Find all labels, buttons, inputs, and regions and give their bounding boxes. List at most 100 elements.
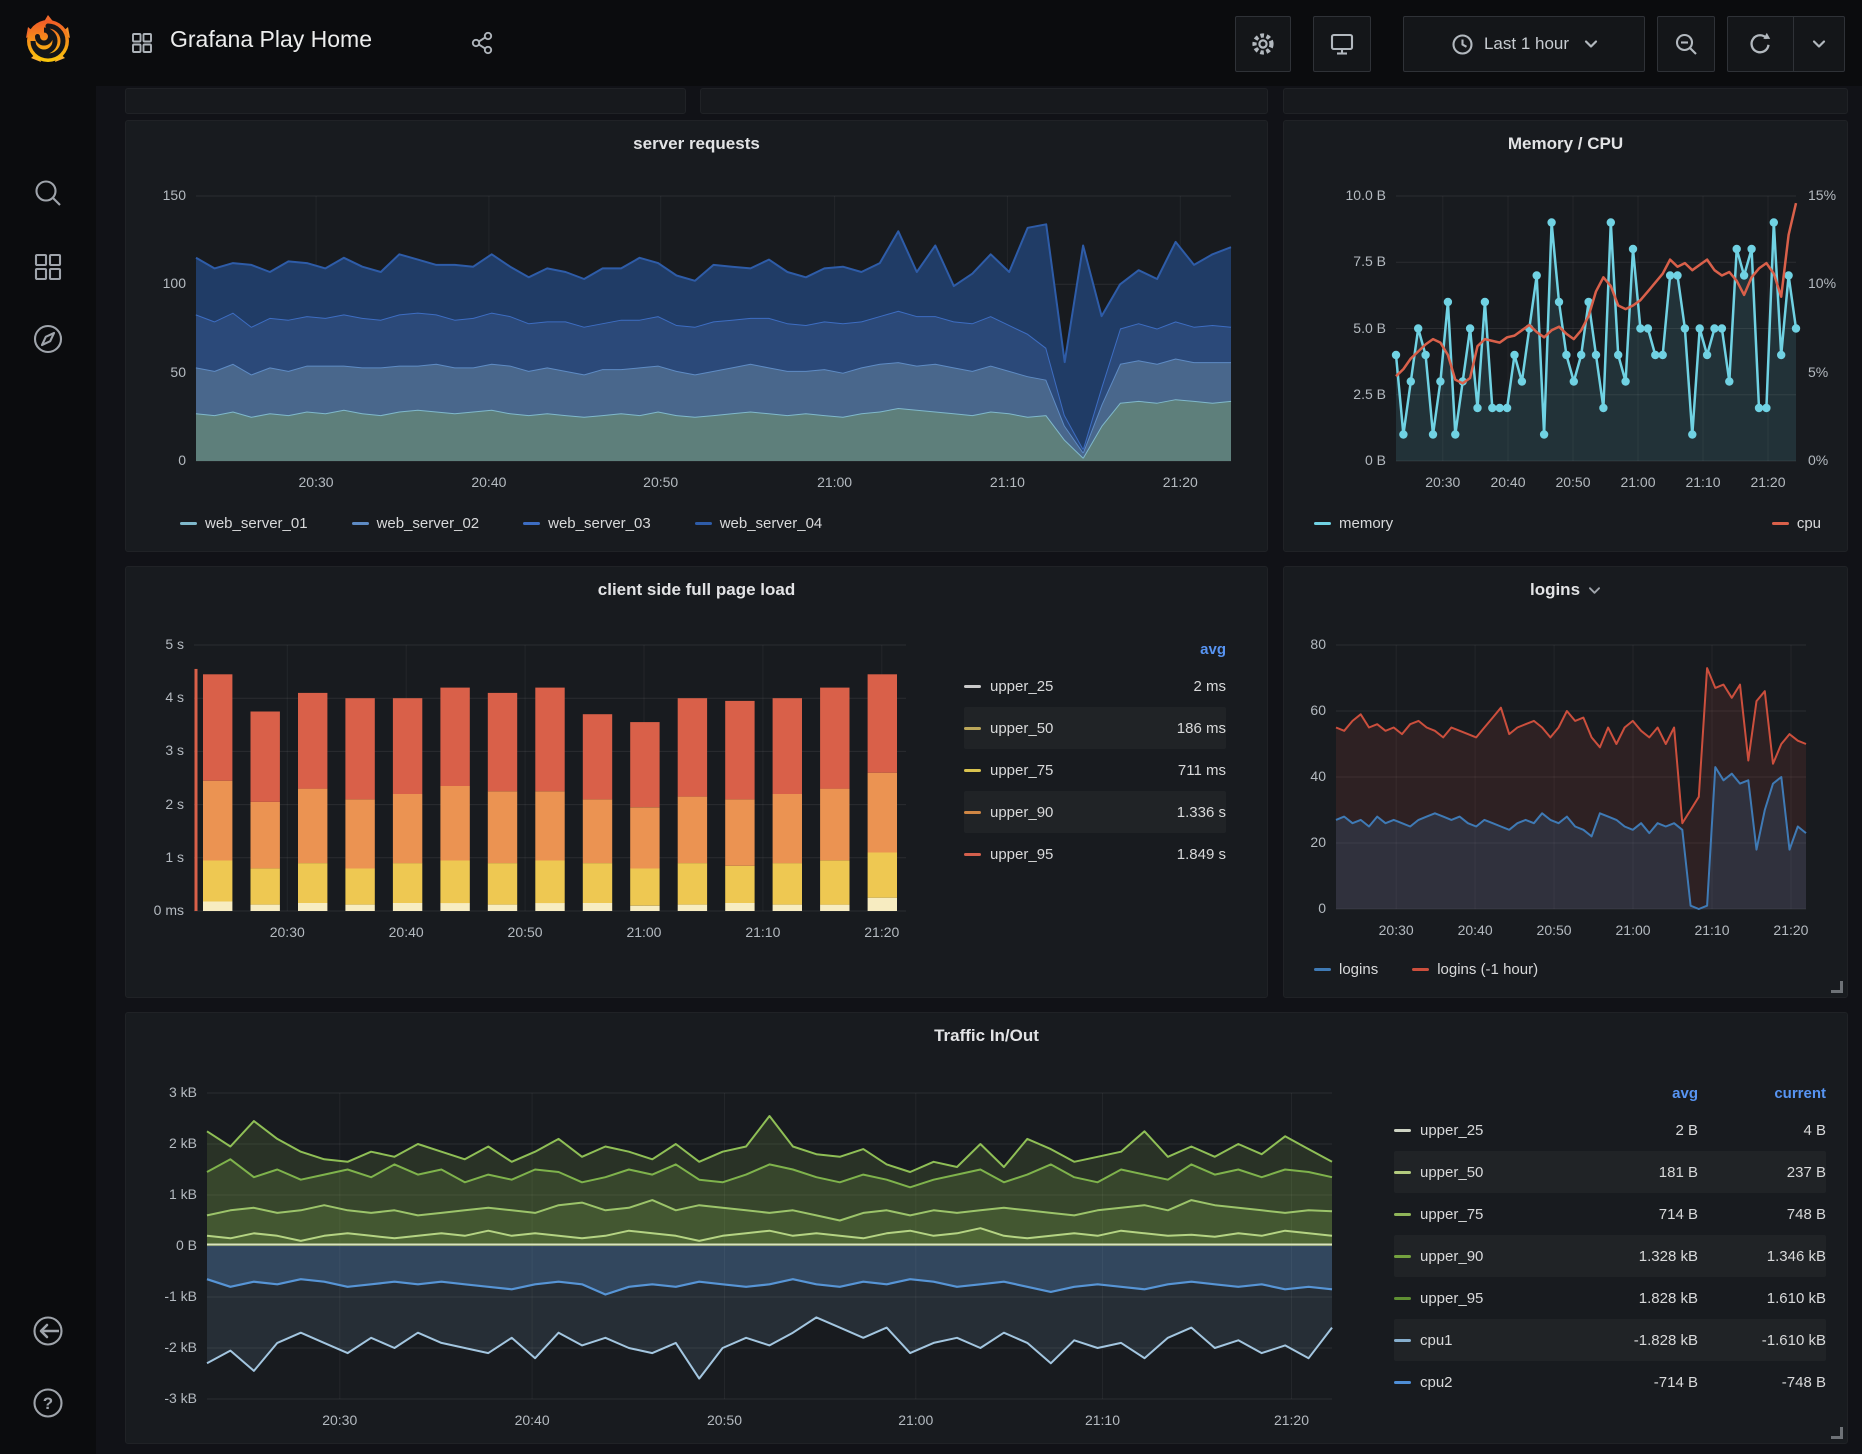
x-axis-tick: 20:50 bbox=[485, 924, 565, 940]
x-axis-tick: 20:50 bbox=[685, 1412, 765, 1428]
x-axis-tick: 21:20 bbox=[1751, 922, 1831, 938]
legend-table-header: avg bbox=[964, 633, 1226, 665]
series-name: upper_75 bbox=[1420, 1206, 1580, 1223]
legend-color-dash bbox=[964, 727, 981, 730]
y-axis-tick: 2.5 B bbox=[1284, 386, 1386, 402]
avg-value: -1.828 kB bbox=[1580, 1332, 1698, 1349]
y-axis-tick: -1 kB bbox=[126, 1288, 197, 1304]
y-axis-tick: 1 kB bbox=[126, 1186, 197, 1202]
sign-out-icon[interactable] bbox=[27, 1310, 69, 1352]
legend-item[interactable]: logins bbox=[1314, 961, 1378, 978]
svg-text:?: ? bbox=[43, 1394, 53, 1413]
legend-color-dash bbox=[964, 769, 981, 772]
panel-title[interactable]: server requests bbox=[126, 134, 1267, 154]
y-axis-tick: 80 bbox=[1284, 636, 1326, 652]
legend-table-row[interactable]: upper_252 B4 B bbox=[1394, 1109, 1826, 1151]
zoom-out-button[interactable] bbox=[1657, 16, 1715, 72]
dashboard-title[interactable]: Grafana Play Home bbox=[170, 26, 372, 53]
series-name: upper_95 bbox=[990, 846, 1126, 863]
legend-item[interactable]: web_server_04 bbox=[695, 515, 823, 532]
legend-color-dash bbox=[964, 811, 981, 814]
series-name: upper_95 bbox=[1420, 1290, 1580, 1307]
legend-table-row[interactable]: upper_75711 ms bbox=[964, 749, 1226, 791]
legend-item[interactable]: logins (-1 hour) bbox=[1412, 961, 1538, 978]
legend-table-row[interactable]: cpu1-1.828 kB-1.610 kB bbox=[1394, 1319, 1826, 1361]
series-name: cpu1 bbox=[1420, 1332, 1580, 1349]
legend-table-row[interactable]: upper_901.336 s bbox=[964, 791, 1226, 833]
legend-table-row[interactable]: cpu2-714 B-748 B bbox=[1394, 1361, 1826, 1403]
series-name: upper_90 bbox=[1420, 1248, 1580, 1265]
legend-color-dash bbox=[1412, 968, 1429, 971]
legend-item[interactable]: web_server_02 bbox=[352, 515, 480, 532]
legend-item[interactable]: cpu bbox=[1772, 515, 1821, 532]
legend-color-dash bbox=[1314, 968, 1331, 971]
y-axis-tick: 60 bbox=[1284, 702, 1326, 718]
refresh-button-group bbox=[1727, 16, 1845, 72]
panel-title[interactable]: Traffic In/Out bbox=[126, 1026, 1847, 1046]
y-axis-tick: 3 kB bbox=[126, 1084, 197, 1100]
chevron-down-icon bbox=[1584, 38, 1598, 50]
x-axis-tick: 20:50 bbox=[621, 474, 701, 490]
x-axis-tick: 20:30 bbox=[300, 1412, 380, 1428]
grafana-logo[interactable] bbox=[21, 14, 75, 68]
x-axis-tick: 21:10 bbox=[967, 474, 1047, 490]
explore-compass-icon[interactable] bbox=[27, 318, 69, 360]
sidebar: ? bbox=[0, 0, 96, 1454]
settings-button[interactable] bbox=[1235, 16, 1291, 72]
x-axis-tick: 21:00 bbox=[795, 474, 875, 490]
legend-table: avg upper_252 msupper_50186 msupper_75711… bbox=[964, 633, 1226, 875]
share-icon[interactable] bbox=[470, 31, 494, 55]
legend-color-dash bbox=[1394, 1213, 1411, 1216]
y2-axis-tick: 5% bbox=[1808, 364, 1828, 380]
time-range-label: Last 1 hour bbox=[1484, 34, 1569, 54]
legend-table-row[interactable]: upper_252 ms bbox=[964, 665, 1226, 707]
y-axis-tick: 0 bbox=[126, 452, 186, 468]
x-axis-tick: 20:40 bbox=[449, 474, 529, 490]
panel-client-load: client side full page load avg upper_252 … bbox=[125, 566, 1268, 998]
panel-resize-handle[interactable] bbox=[1831, 981, 1843, 993]
legend-table-row[interactable]: upper_951.828 kB1.610 kB bbox=[1394, 1277, 1826, 1319]
legend-table-row[interactable]: upper_75714 B748 B bbox=[1394, 1193, 1826, 1235]
series-name: upper_50 bbox=[1420, 1164, 1580, 1181]
legend-table-header: avgcurrent bbox=[1394, 1077, 1826, 1109]
legend-table-row[interactable]: upper_951.849 s bbox=[964, 833, 1226, 875]
panel-title[interactable]: Memory / CPU bbox=[1284, 134, 1847, 154]
legend-column-header[interactable]: avg bbox=[1126, 641, 1226, 658]
panel-title[interactable]: client side full page load bbox=[126, 580, 1267, 600]
time-range-picker[interactable]: Last 1 hour bbox=[1403, 16, 1645, 72]
panel-resize-handle[interactable] bbox=[1831, 1427, 1843, 1439]
legend-color-dash bbox=[1772, 522, 1789, 525]
apps-icon[interactable] bbox=[27, 246, 69, 288]
legend-column-header[interactable]: avg bbox=[1580, 1085, 1698, 1102]
current-value: 1.610 kB bbox=[1698, 1290, 1826, 1307]
search-icon[interactable] bbox=[27, 172, 69, 214]
legend-column-header[interactable]: current bbox=[1698, 1085, 1826, 1102]
legend-color-dash bbox=[695, 522, 712, 525]
legend-item[interactable]: web_server_03 bbox=[523, 515, 651, 532]
legend-item[interactable]: web_server_01 bbox=[180, 515, 308, 532]
legend-table-row[interactable]: upper_50181 B237 B bbox=[1394, 1151, 1826, 1193]
x-axis-tick: 21:20 bbox=[1252, 1412, 1332, 1428]
legend-color-dash bbox=[1394, 1297, 1411, 1300]
tv-mode-button[interactable] bbox=[1313, 16, 1371, 72]
legend-label: memory bbox=[1339, 515, 1393, 532]
apps-grid-icon[interactable] bbox=[130, 31, 154, 55]
legend-item[interactable]: memory bbox=[1314, 515, 1393, 532]
y2-axis-tick: 0% bbox=[1808, 452, 1828, 468]
legend-color-dash bbox=[964, 685, 981, 688]
refresh-interval-dropdown[interactable] bbox=[1793, 17, 1844, 71]
x-axis-tick: 20:40 bbox=[1435, 922, 1515, 938]
refresh-icon[interactable] bbox=[1728, 17, 1793, 71]
panel-title[interactable]: logins bbox=[1284, 580, 1847, 600]
y-axis-tick: -2 kB bbox=[126, 1339, 197, 1355]
legend-table-row[interactable]: upper_901.328 kB1.346 kB bbox=[1394, 1235, 1826, 1277]
legend-color-dash bbox=[1394, 1255, 1411, 1258]
legend-label: web_server_03 bbox=[548, 515, 651, 532]
help-icon[interactable]: ? bbox=[27, 1382, 69, 1424]
x-axis-tick: 20:40 bbox=[366, 924, 446, 940]
series-name: upper_75 bbox=[990, 762, 1126, 779]
legend-table-row[interactable]: upper_50186 ms bbox=[964, 707, 1226, 749]
chart-canvas bbox=[1336, 645, 1806, 909]
x-axis-tick: 21:10 bbox=[1063, 1412, 1143, 1428]
partial-panel bbox=[1283, 88, 1848, 114]
